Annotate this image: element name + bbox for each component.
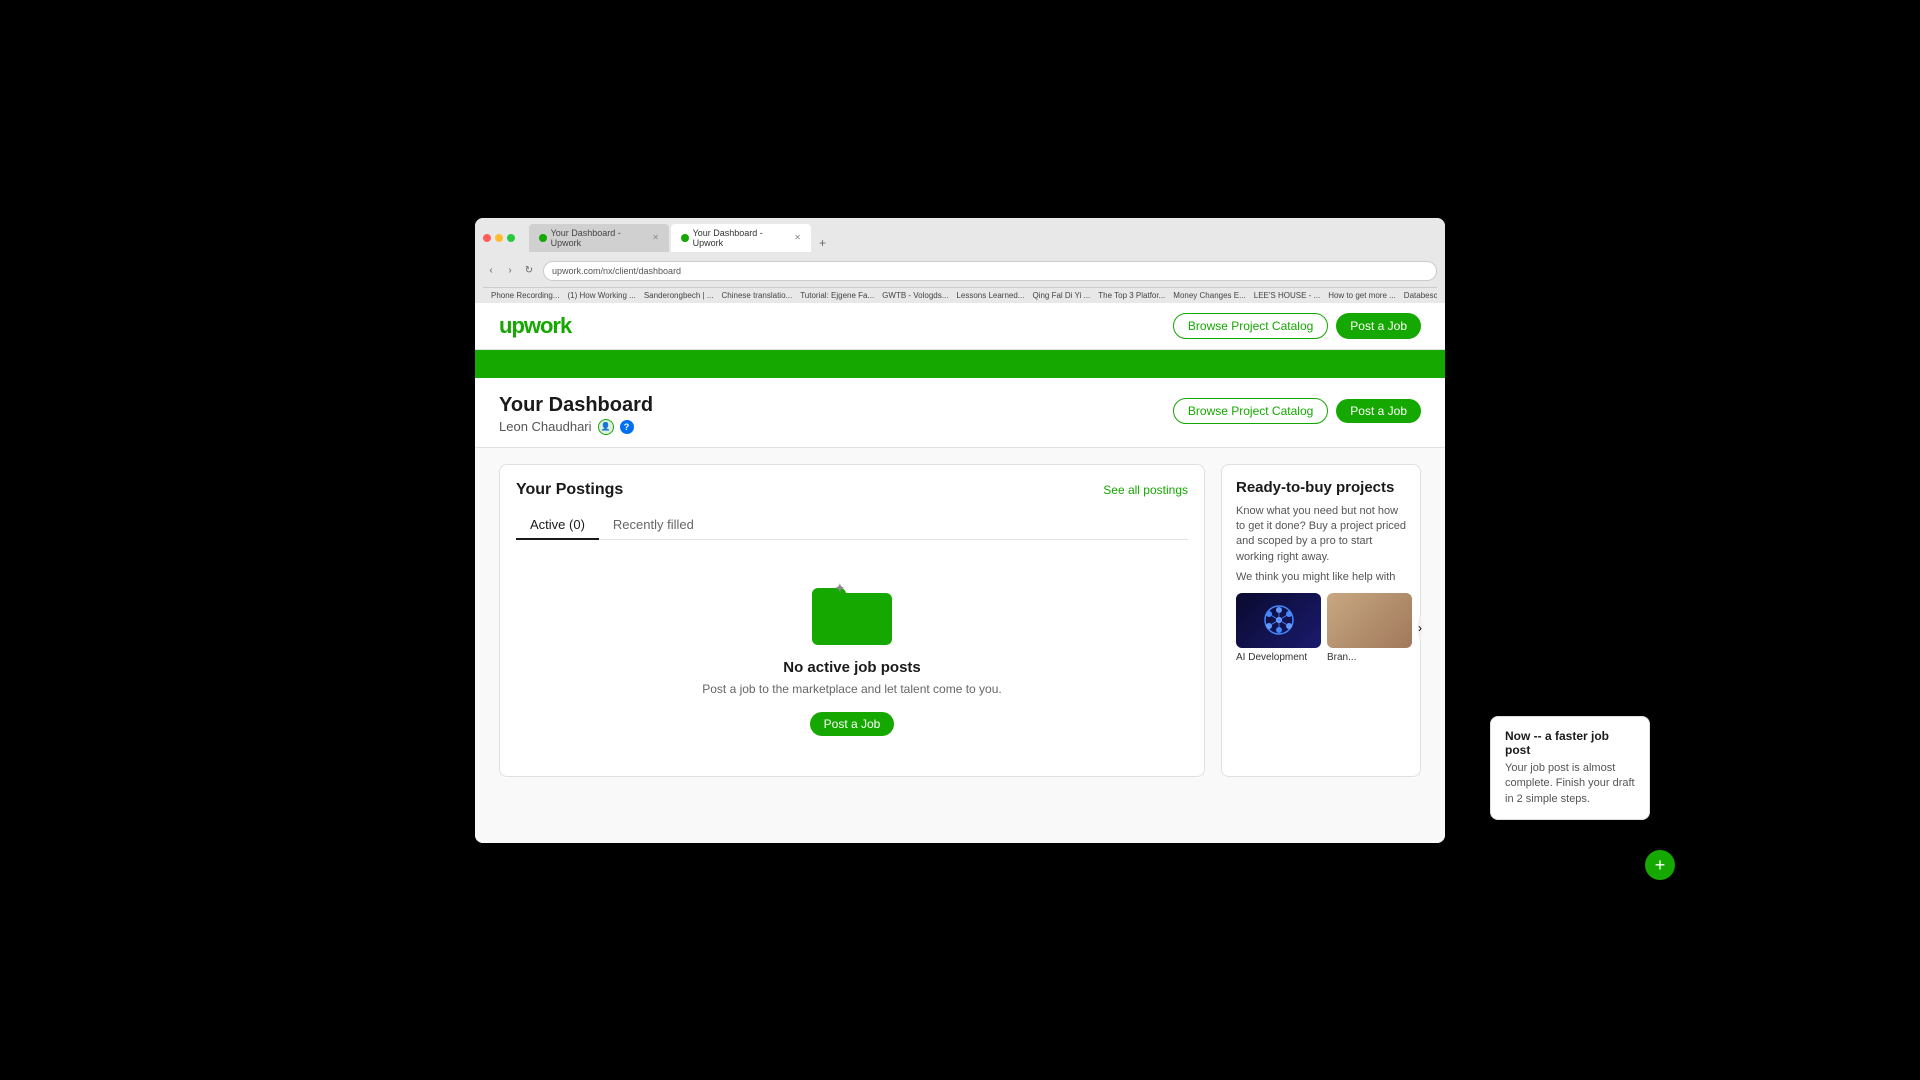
dashboard-title: Your Dashboard xyxy=(499,394,653,417)
empty-state: ✦ No active job posts Post a job to the … xyxy=(516,560,1188,760)
refresh-button[interactable]: ↻ xyxy=(521,263,537,279)
browser-controls: Your Dashboard - Upwork ✕ Your Dashboard… xyxy=(483,224,1437,252)
browser-tab-1[interactable]: Your Dashboard - Upwork ✕ xyxy=(529,224,669,252)
brand-project-label: Bran... xyxy=(1327,652,1412,663)
main-area: Your Postings See all postings Active (0… xyxy=(475,448,1445,793)
ready-to-buy-description: Know what you need but not how to get it… xyxy=(1236,504,1406,566)
tab-recently-filled[interactable]: Recently filled xyxy=(599,511,708,540)
bookmark-10[interactable]: LEE'S HOUSE - ... xyxy=(1254,291,1320,300)
bookmark-6[interactable]: Lessons Learned... xyxy=(956,291,1024,300)
tabs-bar: Your Dashboard - Upwork ✕ Your Dashboard… xyxy=(529,224,832,252)
dashboard-title-block: Your Dashboard Leon Chaudhari 👤 ? xyxy=(499,394,653,435)
project-carousel: AI Development Bran... › xyxy=(1236,593,1406,663)
bookmark-9[interactable]: Money Changes E... xyxy=(1173,291,1245,300)
carousel-next-button[interactable]: › xyxy=(1418,616,1422,640)
dashboard-user: Leon Chaudhari 👤 ? xyxy=(499,419,653,435)
new-tab-button[interactable]: + xyxy=(813,234,832,252)
bookmark-7[interactable]: Qing Fal Di Yi ... xyxy=(1032,291,1090,300)
tab-close-2[interactable]: ✕ xyxy=(794,233,801,242)
bookmark-11[interactable]: How to get more ... xyxy=(1328,291,1396,300)
bookmark-5[interactable]: GWTB - Vologds... xyxy=(882,291,948,300)
postings-title: Your Postings xyxy=(516,481,623,499)
tab-label-2: Your Dashboard - Upwork xyxy=(693,228,791,248)
address-bar-row: ‹ › ↻ upwork.com/nx/client/dashboard xyxy=(483,257,1437,287)
nav-browse-catalog-button[interactable]: Browse Project Catalog xyxy=(1173,313,1328,339)
bookmark-12[interactable]: Databeschuur - Re... xyxy=(1404,291,1437,300)
folder-back xyxy=(812,593,892,645)
forward-button[interactable]: › xyxy=(502,263,518,279)
project-item-0[interactable]: AI Development xyxy=(1236,593,1321,663)
dashboard-header: Your Dashboard Leon Chaudhari 👤 ? Browse… xyxy=(475,378,1445,448)
browser-window: Your Dashboard - Upwork ✕ Your Dashboard… xyxy=(475,218,1445,843)
green-banner xyxy=(475,350,1445,378)
browser-chrome: Your Dashboard - Upwork ✕ Your Dashboard… xyxy=(475,218,1445,303)
bookmark-3[interactable]: Chinese translatio... xyxy=(722,291,793,300)
dashboard-browse-catalog-button[interactable]: Browse Project Catalog xyxy=(1173,398,1328,424)
empty-state-post-job-button[interactable]: Post a Job xyxy=(810,712,895,736)
logo-text: upwork xyxy=(499,313,571,338)
ai-project-label: AI Development xyxy=(1236,652,1321,663)
address-bar[interactable]: upwork.com/nx/client/dashboard xyxy=(543,261,1437,281)
ai-brain-svg xyxy=(1249,598,1309,643)
ready-to-buy-subtitle: We think you might like help with xyxy=(1236,571,1406,583)
see-all-postings-link[interactable]: See all postings xyxy=(1103,483,1188,497)
tab-label-1: Your Dashboard - Upwork xyxy=(551,228,649,248)
top-nav: upwork Browse Project Catalog Post a Job xyxy=(475,303,1445,350)
tab-active[interactable]: Active (0) xyxy=(516,511,599,540)
dashboard-post-job-button[interactable]: Post a Job xyxy=(1336,399,1421,423)
profile-icon[interactable]: 👤 xyxy=(598,419,614,435)
ready-to-buy-card: Ready-to-buy projects Know what you need… xyxy=(1221,464,1421,777)
browser-tab-2[interactable]: Your Dashboard - Upwork ✕ xyxy=(671,224,811,252)
bookmark-1[interactable]: (1) How Working ... xyxy=(568,291,636,300)
tab-favicon-1 xyxy=(539,234,547,242)
bookmark-8[interactable]: The Top 3 Platfor... xyxy=(1098,291,1165,300)
upwork-logo: upwork xyxy=(499,313,571,339)
ai-project-thumbnail[interactable] xyxy=(1236,593,1321,648)
close-window-button[interactable] xyxy=(483,234,491,242)
bookmark-4[interactable]: Tutorial: Ejgene Fa... xyxy=(800,291,874,300)
bookmark-0[interactable]: Phone Recording... xyxy=(491,291,560,300)
empty-description: Post a job to the marketplace and let ta… xyxy=(702,682,1002,696)
maximize-window-button[interactable] xyxy=(507,234,515,242)
back-button[interactable]: ‹ xyxy=(483,263,499,279)
postings-card-header: Your Postings See all postings xyxy=(516,481,1188,499)
username-text: Leon Chaudhari xyxy=(499,419,592,434)
page-content: upwork Browse Project Catalog Post a Job… xyxy=(475,303,1445,843)
tab-close-1[interactable]: ✕ xyxy=(652,233,659,242)
minimize-window-button[interactable] xyxy=(495,234,503,242)
dashboard-actions: Browse Project Catalog Post a Job xyxy=(1173,398,1421,424)
carousel-next-icon: › xyxy=(1418,621,1422,635)
postings-card: Your Postings See all postings Active (0… xyxy=(499,464,1205,777)
tab-favicon-2 xyxy=(681,234,689,242)
empty-folder-icon: ✦ xyxy=(812,580,892,645)
ready-to-buy-title: Ready-to-buy projects xyxy=(1236,479,1406,496)
bookmarks-bar: Phone Recording... (1) How Working ... S… xyxy=(483,287,1437,303)
project-item-1[interactable]: Bran... xyxy=(1327,593,1412,663)
bookmark-2[interactable]: Sanderongbech | ... xyxy=(644,291,714,300)
help-icon[interactable]: ? xyxy=(620,420,634,434)
address-text: upwork.com/nx/client/dashboard xyxy=(552,266,681,276)
sparkle-icon: ✦ xyxy=(834,580,846,597)
nav-post-job-button[interactable]: Post a Job xyxy=(1336,313,1421,339)
nav-actions: Browse Project Catalog Post a Job xyxy=(1173,313,1421,339)
brand-project-thumbnail[interactable] xyxy=(1327,593,1412,648)
nav-buttons: ‹ › ↻ xyxy=(483,263,537,279)
empty-title: No active job posts xyxy=(783,659,921,676)
postings-tabs-nav: Active (0) Recently filled xyxy=(516,511,1188,540)
traffic-lights xyxy=(483,234,515,242)
